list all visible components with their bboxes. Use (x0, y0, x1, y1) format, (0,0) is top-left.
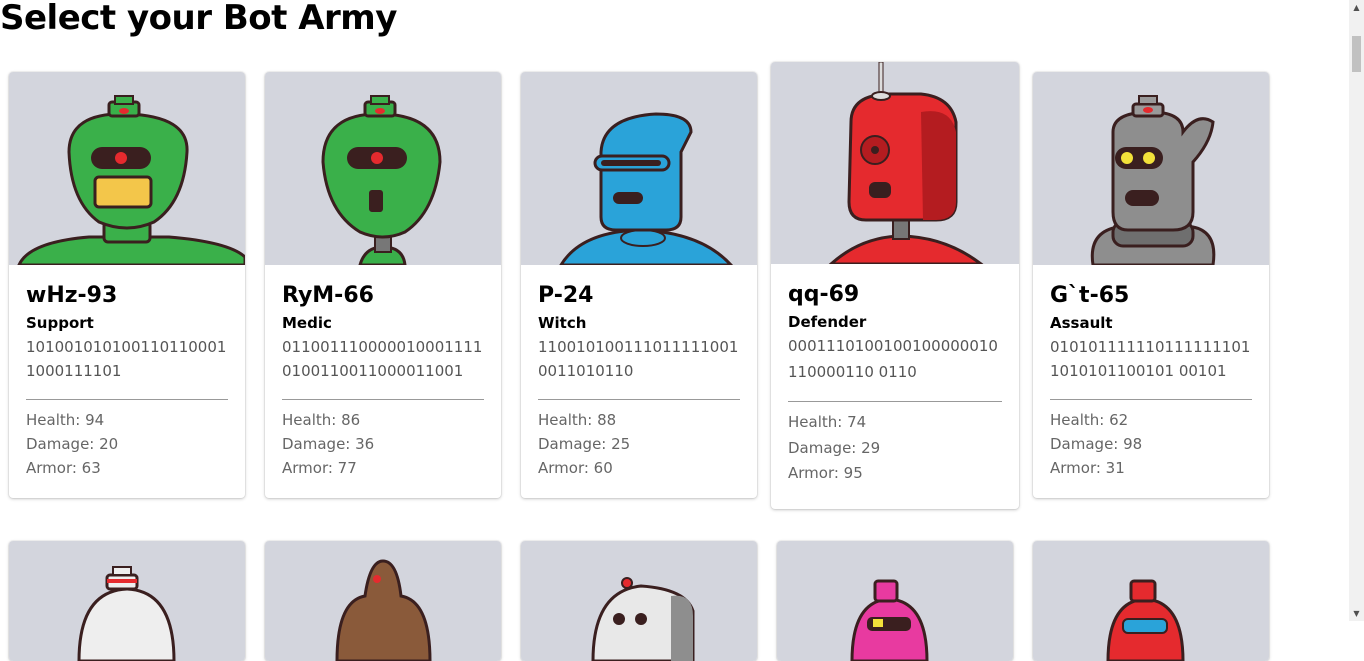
bot-catchphrase: 0101011111101111111011010101100101 00101 (1050, 338, 1251, 380)
divider (538, 399, 740, 400)
bot-portrait (265, 72, 501, 265)
bot-damage: Damage: 25 (538, 435, 631, 453)
bot-card[interactable] (521, 541, 757, 661)
bot-name: qq-69 (788, 282, 860, 307)
bot-health: Health: 74 (788, 413, 867, 431)
bot-armor: Armor: 95 (788, 464, 863, 482)
bot-health: Health: 62 (1050, 411, 1129, 429)
scroll-down-arrow-icon[interactable]: ▼ (1349, 606, 1364, 621)
page-scrollbar[interactable]: ▲ ▼ (1349, 0, 1364, 621)
bot-armor: Armor: 77 (282, 459, 357, 477)
bot-armor: Armor: 60 (538, 459, 613, 477)
bot-class: Support (26, 314, 94, 332)
bot-name: RyM-66 (282, 283, 374, 308)
bot-portrait (9, 541, 245, 661)
divider (788, 401, 1002, 402)
bot-catchphrase: 0110011100000100011110100110011000011001 (282, 338, 483, 380)
bot-portrait (9, 72, 245, 265)
bot-name: wHz-93 (26, 283, 118, 308)
bot-card[interactable]: RyM-66 Medic 011001110000010001111010011… (265, 72, 501, 498)
scroll-thumb[interactable] (1352, 36, 1361, 72)
bot-armor: Armor: 63 (26, 459, 101, 477)
bot-card[interactable] (9, 541, 245, 661)
bot-damage: Damage: 98 (1050, 435, 1143, 453)
bot-card[interactable] (1033, 541, 1269, 661)
bot-class: Assault (1050, 314, 1113, 332)
scroll-up-arrow-icon[interactable]: ▲ (1349, 0, 1364, 15)
bot-health: Health: 88 (538, 411, 617, 429)
bot-catchphrase: 1010010101001101100011000111101 (26, 338, 227, 380)
bot-portrait (1033, 541, 1269, 661)
bot-portrait (521, 72, 757, 265)
bot-portrait (777, 541, 1013, 661)
bot-health: Health: 94 (26, 411, 105, 429)
bot-armor: Armor: 31 (1050, 459, 1125, 477)
divider (282, 399, 484, 400)
bot-name: P-24 (538, 283, 594, 308)
page-title: Select your Bot Army (0, 0, 397, 38)
divider (1050, 399, 1252, 400)
bot-name: G`t-65 (1050, 283, 1130, 308)
bot-catchphrase: 0001110100100100000010110000110 0110 (788, 337, 998, 381)
bot-card[interactable] (265, 541, 501, 661)
bot-class: Medic (282, 314, 332, 332)
bot-card[interactable]: G`t-65 Assault 0101011111101111111011010… (1033, 72, 1269, 498)
bot-class: Defender (788, 313, 867, 331)
bot-portrait (265, 541, 501, 661)
bot-card[interactable]: P-24 Witch 11001010011101111100100110101… (521, 72, 757, 498)
bot-damage: Damage: 20 (26, 435, 119, 453)
bot-catchphrase: 1100101001110111110010011010110 (538, 338, 739, 380)
bot-card[interactable]: wHz-93 Support 1010010101001101100011000… (9, 72, 245, 498)
bot-portrait (521, 541, 757, 661)
bot-class: Witch (538, 314, 587, 332)
bot-damage: Damage: 36 (282, 435, 375, 453)
bot-portrait (771, 62, 1019, 264)
bot-health: Health: 86 (282, 411, 361, 429)
bot-card[interactable]: qq-69 Defender 0001110100100100000010110… (771, 62, 1019, 509)
divider (26, 399, 228, 400)
bot-card[interactable] (777, 541, 1013, 661)
bot-portrait (1033, 72, 1269, 265)
bot-damage: Damage: 29 (788, 438, 881, 457)
